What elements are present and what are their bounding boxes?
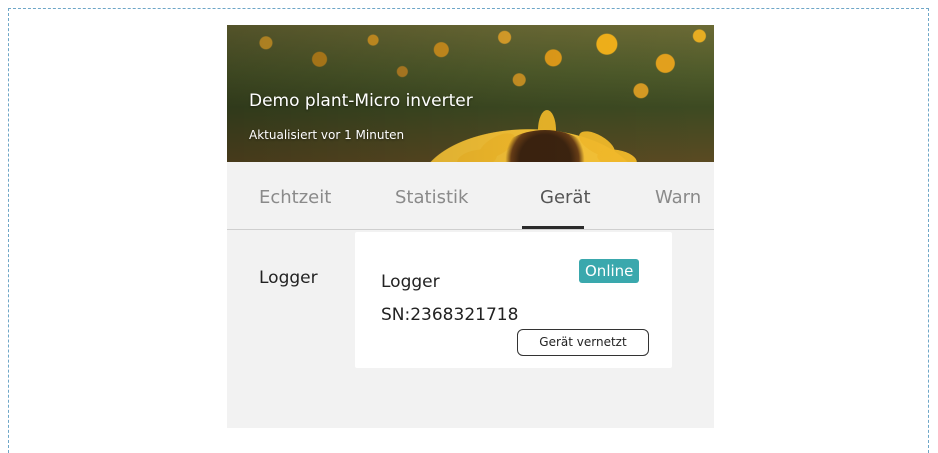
active-tab-indicator (522, 226, 584, 229)
app-panel: Demo plant-Micro inverter Aktualisiert v… (227, 25, 714, 428)
tab-geraet[interactable]: Gerät (540, 187, 591, 208)
device-card[interactable]: Online Logger SN:2368321718 Gerät vernet… (355, 232, 672, 368)
tab-statistik[interactable]: Statistik (395, 187, 468, 208)
tab-warn[interactable]: Warn (655, 187, 701, 208)
device-category-logger[interactable]: Logger (259, 268, 318, 288)
plant-banner-image: Demo plant-Micro inverter Aktualisiert v… (227, 25, 714, 162)
plant-updated-time: Aktualisiert vor 1 Minuten (249, 128, 405, 142)
tab-bar: Echtzeit Statistik Gerät Warn (227, 162, 714, 230)
device-network-button[interactable]: Gerät vernetzt (517, 329, 649, 356)
tab-echtzeit[interactable]: Echtzeit (259, 187, 331, 208)
plant-name: Demo plant-Micro inverter (249, 91, 473, 111)
device-name: Logger (381, 272, 440, 292)
device-serial: SN:2368321718 (381, 305, 519, 325)
status-badge: Online (579, 259, 640, 283)
